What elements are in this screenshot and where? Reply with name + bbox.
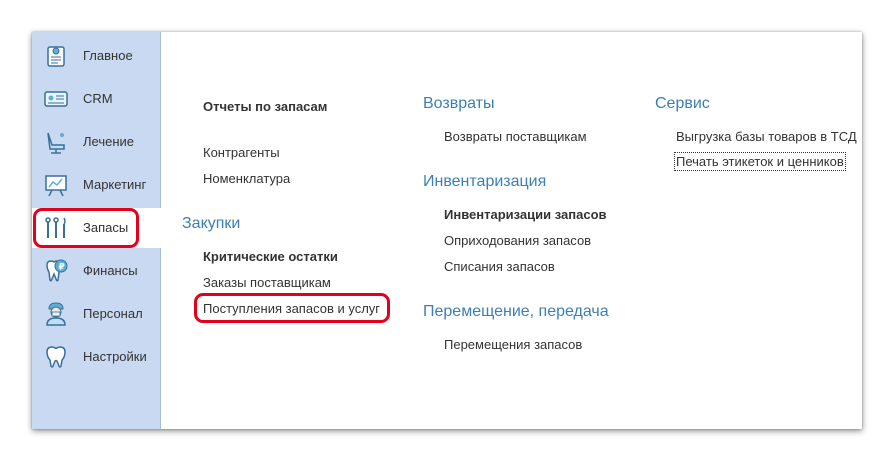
sidebar-item-label: Лечение: [83, 134, 135, 149]
sidebar-item-label: Главное: [83, 48, 133, 63]
purchases-heading[interactable]: Закупки: [182, 215, 240, 233]
app-window: Главное CRM Лечение Маркетинг Запасы ₽ Ф…: [32, 32, 862, 429]
sidebar-item-staff[interactable]: Персонал: [32, 294, 160, 334]
tooth-ruble-icon: ₽: [44, 259, 68, 283]
link-stock-receipts[interactable]: Оприходования запасов: [444, 233, 591, 248]
dental-chair-icon: [44, 130, 68, 154]
section-content: Отчеты по запасам Контрагенты Номенклату…: [161, 32, 862, 429]
sidebar: Главное CRM Лечение Маркетинг Запасы ₽ Ф…: [32, 32, 161, 429]
sidebar-item-settings[interactable]: Настройки: [32, 337, 160, 377]
returns-heading[interactable]: Возвраты: [423, 95, 495, 113]
link-counterparties[interactable]: Контрагенты: [203, 145, 280, 160]
link-supplier-orders[interactable]: Заказы поставщикам: [203, 275, 331, 290]
link-inventories[interactable]: Инвентаризации запасов: [444, 207, 607, 222]
sidebar-item-finance[interactable]: ₽ Финансы: [32, 251, 160, 291]
id-card-icon: [44, 87, 68, 111]
sidebar-item-label: CRM: [83, 91, 113, 106]
svg-text:₽: ₽: [59, 263, 65, 273]
link-export-tsd[interactable]: Выгрузка базы товаров в ТСД: [676, 129, 857, 144]
reports-label[interactable]: Отчеты по запасам: [203, 99, 327, 114]
link-critical-stock[interactable]: Критические остатки: [203, 249, 338, 264]
inventory-heading[interactable]: Инвентаризация: [423, 173, 546, 191]
link-transfers[interactable]: Перемещения запасов: [444, 337, 582, 352]
sidebar-item-main[interactable]: Главное: [32, 36, 160, 76]
sidebar-item-marketing[interactable]: Маркетинг: [32, 165, 160, 205]
service-heading[interactable]: Сервис: [655, 95, 710, 113]
sidebar-item-crm[interactable]: CRM: [32, 79, 160, 119]
presentation-board-icon: [44, 173, 68, 197]
sidebar-item-label: Финансы: [83, 263, 138, 278]
sidebar-item-label: Персонал: [83, 306, 143, 321]
highlight-frame: [33, 208, 139, 248]
transfer-heading[interactable]: Перемещение, передача: [423, 303, 609, 321]
doctor-icon: [44, 302, 68, 326]
sidebar-item-treatment[interactable]: Лечение: [32, 122, 160, 162]
tooth-icon: [44, 345, 68, 369]
link-supplier-returns[interactable]: Возвраты поставщикам: [444, 129, 587, 144]
link-print-labels[interactable]: Печать этикеток и ценников: [674, 152, 846, 171]
home-document-icon: [44, 44, 68, 68]
link-nomenclature[interactable]: Номенклатура: [203, 171, 290, 186]
highlight-frame: [194, 293, 390, 323]
sidebar-item-label: Маркетинг: [83, 177, 147, 192]
sidebar-item-label: Настройки: [83, 349, 147, 364]
link-write-offs[interactable]: Списания запасов: [444, 259, 555, 274]
